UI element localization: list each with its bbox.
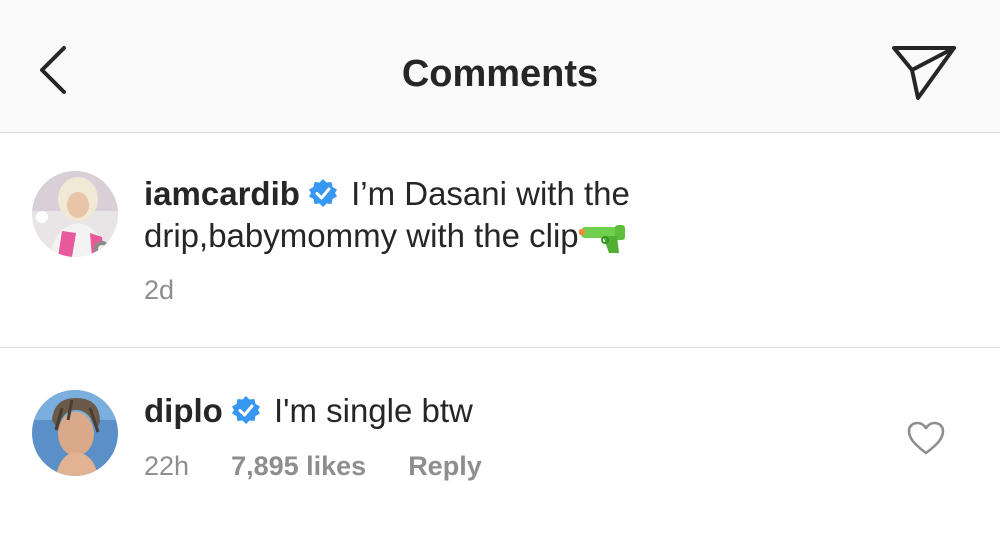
avatar[interactable] <box>32 171 118 257</box>
comment-text: I'm single btw <box>264 392 473 429</box>
username[interactable]: diplo <box>144 392 223 429</box>
caption-comment: iamcardib I’m Dasani with the drip,babym… <box>0 133 1000 348</box>
header-bar: Comments <box>0 0 1000 133</box>
comment-body: diplo I'm single btw <box>144 390 784 432</box>
reply-button[interactable]: Reply <box>408 451 482 481</box>
comment-body: iamcardib I’m Dasani with the drip,babym… <box>144 173 784 257</box>
likes-count-link[interactable]: 7,895 likes <box>231 451 366 481</box>
comment-time: 2d <box>144 275 175 305</box>
comment-meta: 22h 7,895 likes Reply <box>144 451 524 482</box>
comment-item: diplo I'm single btw 22h 7,895 likes Reply <box>0 348 1000 534</box>
direct-send-icon <box>892 46 956 100</box>
username[interactable]: iamcardib <box>144 175 300 212</box>
like-button[interactable] <box>906 420 946 456</box>
comment-meta: 2d <box>144 275 216 306</box>
share-button[interactable] <box>888 40 962 104</box>
heart-outline-icon <box>907 421 945 455</box>
water-pistol-icon <box>578 225 625 253</box>
page-title: Comments <box>401 53 599 95</box>
verified-badge-icon <box>231 396 260 424</box>
avatar[interactable] <box>32 390 118 476</box>
comment-time: 22h <box>144 451 190 481</box>
verified-badge-icon <box>308 179 337 207</box>
